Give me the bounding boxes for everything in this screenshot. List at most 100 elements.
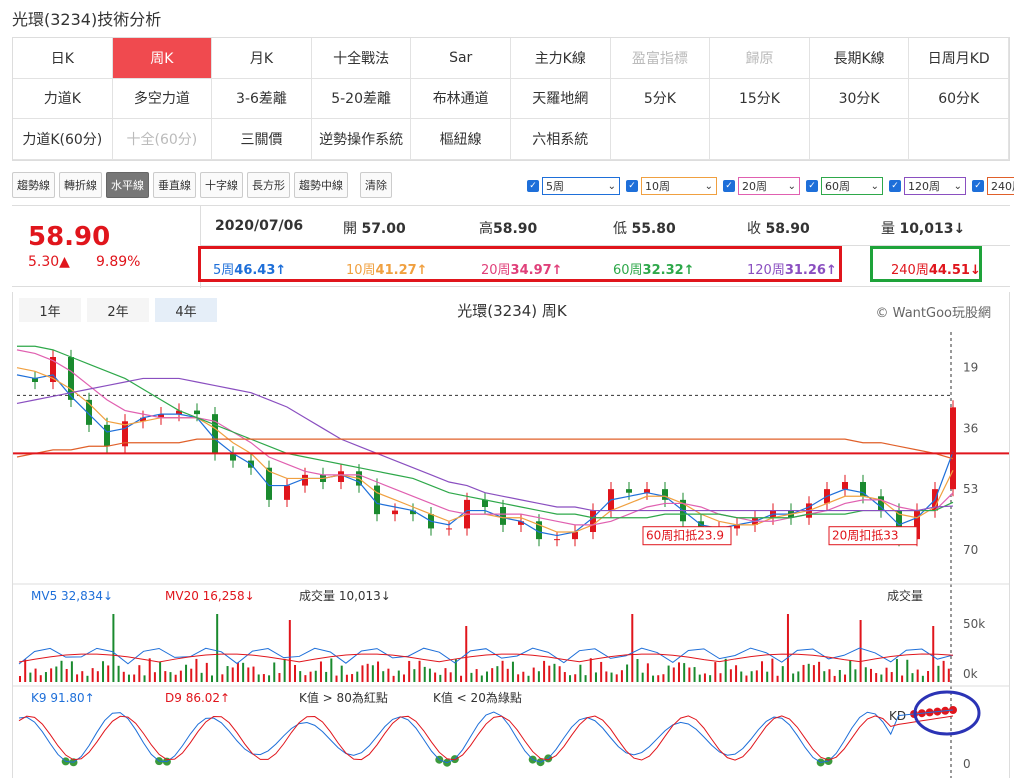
volume-bar	[330, 658, 333, 682]
price-change-pct: 9.89%	[96, 254, 141, 270]
menu-item-3[interactable]: 十全戰法	[311, 38, 412, 79]
candle-body	[446, 528, 452, 530]
volume-bar	[418, 660, 421, 682]
tool-button-5[interactable]: 長方形	[247, 172, 290, 198]
quote-date: 2020/07/06	[215, 218, 304, 234]
volume-bar	[646, 663, 649, 682]
menu-item-17[interactable]: 15分K	[710, 78, 810, 120]
ma-period-dropdown[interactable]: 240周⌄	[987, 177, 1014, 195]
ma-period-dropdown[interactable]: 20周 ⌄	[738, 177, 800, 195]
tool-button-3[interactable]: 垂直線	[153, 172, 196, 198]
volume-bar	[19, 676, 21, 682]
volume-bar	[304, 675, 307, 682]
menu-item-23[interactable]: 逆勢操作系統	[311, 119, 412, 160]
candle-body	[302, 474, 308, 486]
tool-button-1[interactable]: 轉折線	[59, 172, 102, 198]
volume-bar	[76, 674, 79, 682]
menu-item-12[interactable]: 3-6差離	[212, 78, 312, 120]
volume-bar	[797, 671, 800, 682]
menu-item-9[interactable]: 日周月KD	[909, 38, 1009, 79]
menu-item-25[interactable]: 六相系統	[510, 119, 611, 160]
volume-bar	[200, 672, 203, 682]
volume-bar	[833, 675, 836, 682]
tool-button-2[interactable]: 水平線	[106, 172, 149, 198]
drawing-toolbar: 趨勢線 轉折線 水平線 垂直線 十字線 長方形 趨勢中線 清除	[12, 172, 392, 198]
volume-bar	[288, 620, 291, 682]
menu-item-18[interactable]: 30分K	[809, 78, 910, 120]
ma-checkbox[interactable]: ✓	[972, 180, 984, 192]
chart-area[interactable]: 1年 2年 4年 光環(3234) 周K © WantGoo玩股網 70 53 36 19…	[12, 292, 1010, 778]
menu-item-8[interactable]: 長期K線	[809, 38, 910, 79]
volume-bar	[361, 665, 364, 682]
menu-item-15[interactable]: 天羅地網	[510, 78, 611, 120]
menu-item-19[interactable]: 60分K	[909, 78, 1009, 120]
menu-item-4[interactable]: Sar	[411, 38, 511, 79]
k-value-label: K9 91.80↑	[31, 691, 95, 705]
candle-body	[212, 414, 218, 454]
volume-bar	[39, 675, 42, 682]
tool-button-0[interactable]: 趨勢線	[12, 172, 55, 198]
volume-bar	[164, 671, 167, 682]
menu-item-20[interactable]: 力道K(60分)	[13, 119, 113, 160]
volume-bar	[153, 672, 156, 682]
ma-period-dropdown[interactable]: 120周 ⌄	[904, 177, 966, 195]
volume-bar	[55, 666, 58, 682]
volume-bar	[563, 672, 566, 682]
price-tick-label: 36	[963, 421, 978, 435]
menu-item-10[interactable]: 力道K	[13, 78, 113, 120]
menu-item-24[interactable]: 樞紐線	[411, 119, 511, 160]
menu-item-22[interactable]: 三關價	[212, 119, 312, 160]
candle-body	[842, 482, 848, 490]
volume-bar	[594, 672, 597, 682]
menu-item-0[interactable]: 日K	[13, 38, 113, 79]
menu-item-11[interactable]: 多空力道	[112, 78, 213, 120]
volume-bar	[221, 674, 224, 682]
volume-bar	[81, 671, 84, 682]
volume-bar	[703, 673, 706, 682]
volume-bar	[29, 672, 32, 682]
ma-selectors: ✓5周⌄✓10周⌄✓20周⌄✓60周⌄✓120周⌄✓240周⌄	[527, 177, 1014, 195]
volume-bar	[371, 665, 374, 682]
volume-bar	[890, 672, 893, 682]
ma-line-60周	[17, 345, 954, 519]
menu-item-2[interactable]: 月K	[212, 38, 312, 79]
ma-select-1: ✓ 10周 ⌄	[626, 177, 717, 195]
tool-button-6[interactable]: 趨勢中線	[294, 172, 348, 198]
ma-period-dropdown[interactable]: 60周 ⌄	[821, 177, 883, 195]
ma-checkbox[interactable]: ✓	[723, 180, 735, 192]
volume-bar	[60, 660, 63, 682]
menu-item-16[interactable]: 5分K	[610, 78, 711, 120]
volume-bar	[24, 659, 27, 682]
volume-bar	[818, 661, 821, 682]
candle-body	[392, 510, 398, 515]
menu-item-14[interactable]: 布林通道	[411, 78, 511, 120]
ma-checkbox[interactable]: ✓	[806, 180, 818, 192]
ma-period-dropdown[interactable]: 10周 ⌄	[641, 177, 717, 195]
ma-period-dropdown[interactable]: 5周 ⌄	[542, 177, 620, 195]
volume-bar	[667, 665, 670, 682]
menu-empty-cell	[809, 119, 910, 160]
volume-bar	[537, 671, 540, 682]
volume-bar	[750, 671, 753, 682]
ma-checkbox[interactable]: ✓	[626, 180, 638, 192]
menu-item-5[interactable]: 主力K線	[510, 38, 611, 79]
volume-bar	[771, 658, 774, 682]
menu-item-13[interactable]: 5-20差離	[311, 78, 412, 120]
volume-bar	[91, 668, 94, 682]
ma-checkbox[interactable]: ✓	[527, 180, 539, 192]
volume-bar	[242, 662, 245, 682]
menu-item-1[interactable]: 周K	[112, 38, 213, 79]
candle-body	[500, 507, 506, 525]
volume-bar	[127, 674, 130, 682]
menu-empty-cell	[909, 119, 1009, 160]
volume-bar	[70, 661, 73, 682]
ma-select-4: ✓ 120周 ⌄	[889, 177, 966, 195]
volume-bar	[911, 673, 914, 682]
volume-bar	[262, 674, 265, 682]
volume-bar	[828, 669, 831, 682]
tool-button-7[interactable]: 清除	[360, 172, 392, 198]
volume-bar	[527, 675, 530, 682]
tool-button-4[interactable]: 十字線	[200, 172, 243, 198]
volume-bar	[569, 675, 572, 682]
ma-checkbox[interactable]: ✓	[889, 180, 901, 192]
